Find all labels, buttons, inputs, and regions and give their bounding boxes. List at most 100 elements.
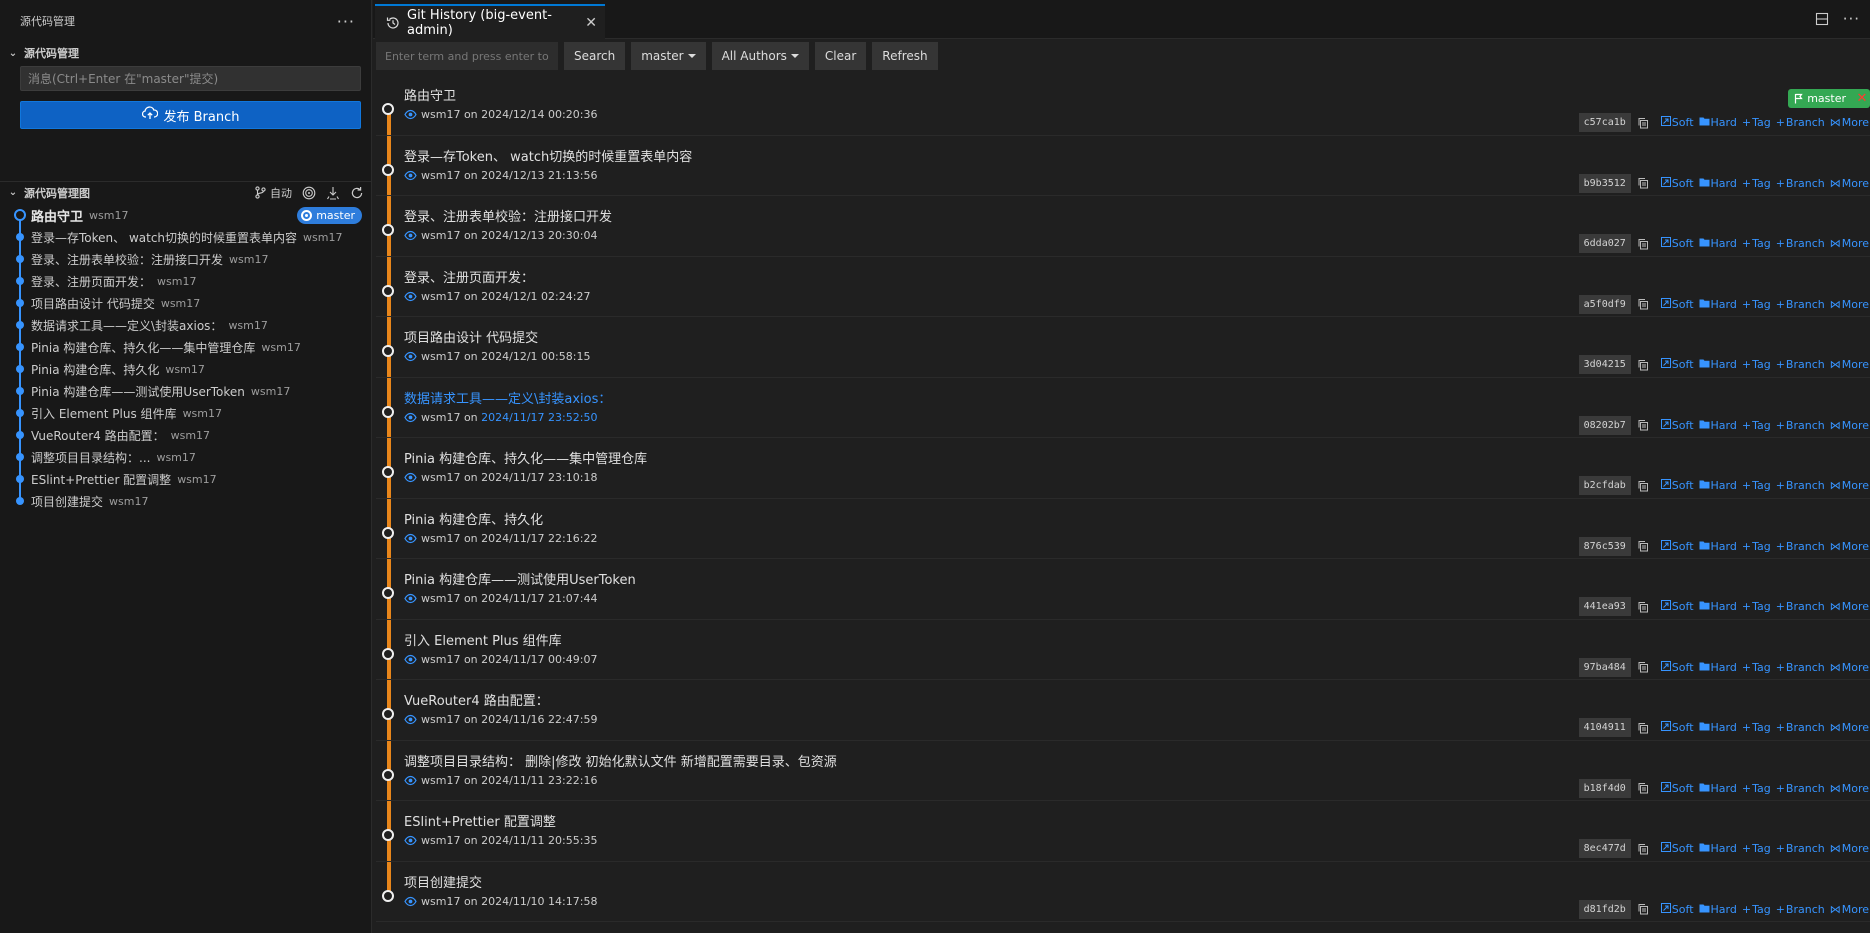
copy-icon[interactable]: [1637, 601, 1649, 613]
eye-icon[interactable]: [404, 229, 417, 242]
add-branch-button[interactable]: + Branch: [1776, 903, 1825, 916]
commit-author[interactable]: wsm17: [421, 350, 460, 363]
commit-author[interactable]: wsm17: [421, 169, 460, 182]
soft-reset-button[interactable]: Soft: [1660, 358, 1694, 371]
search-button[interactable]: Search: [564, 42, 626, 70]
commit-message[interactable]: Pinia 构建仓库、持久化——集中管理仓库: [404, 448, 647, 467]
copy-icon[interactable]: [1637, 722, 1649, 734]
split-editor-icon[interactable]: [1815, 12, 1829, 26]
soft-reset-button[interactable]: Soft: [1660, 176, 1694, 190]
commit-message[interactable]: Pinia 构建仓库——测试使用UserToken: [404, 569, 636, 588]
eye-icon[interactable]: [404, 108, 417, 121]
hard-reset-button[interactable]: Hard: [1699, 782, 1737, 795]
commit-message[interactable]: 调整项目目录结构： 删除|修改 初始化默认文件 新增配置需要目录、包资源: [404, 751, 837, 770]
more-button[interactable]: ⋈ More: [1830, 540, 1869, 553]
tab-git-history[interactable]: Git History (big-event-admin) ✕: [375, 4, 605, 39]
hard-reset-button[interactable]: Hard: [1699, 237, 1737, 250]
more-button[interactable]: ⋈ More: [1830, 903, 1869, 916]
copy-icon[interactable]: [1637, 238, 1649, 250]
more-button[interactable]: ⋈ More: [1830, 419, 1869, 432]
copy-icon[interactable]: [1637, 298, 1649, 310]
add-tag-button[interactable]: + Tag: [1742, 419, 1771, 432]
add-tag-button[interactable]: + Tag: [1742, 298, 1771, 311]
hard-reset-button[interactable]: Hard: [1699, 479, 1737, 492]
more-button[interactable]: ⋈ More: [1830, 782, 1869, 795]
scm-section-header[interactable]: ⌄ 源代码管理: [0, 42, 371, 64]
hard-reset-button[interactable]: Hard: [1699, 298, 1737, 311]
graph-item[interactable]: 登录、注册表单校验：注册接口开发 wsm17: [0, 248, 372, 270]
eye-icon[interactable]: [404, 713, 417, 726]
commit-row[interactable]: Pinia 构建仓库、持久化 wsm17 on 2024/11/17 22:16…: [376, 498, 1870, 559]
commit-row[interactable]: 登录—存Token、 watch切换的时候重置表单内容 wsm17 on 202…: [376, 135, 1870, 196]
copy-icon[interactable]: [1637, 540, 1649, 552]
commit-hash[interactable]: c57ca1b: [1578, 113, 1631, 132]
commit-row[interactable]: ESlint+Prettier 配置调整 wsm17 on 2024/11/11…: [376, 801, 1870, 862]
copy-icon[interactable]: [1637, 480, 1649, 492]
hard-reset-button[interactable]: Hard: [1699, 419, 1737, 432]
add-branch-button[interactable]: + Branch: [1776, 419, 1825, 432]
graph-item[interactable]: 引入 Element Plus 组件库 wsm17: [0, 402, 372, 424]
commit-author[interactable]: wsm17: [421, 471, 460, 484]
eye-icon[interactable]: [404, 411, 417, 424]
commit-row[interactable]: 调整项目目录结构： 删除|修改 初始化默认文件 新增配置需要目录、包资源 wsm…: [376, 740, 1870, 801]
soft-reset-button[interactable]: Soft: [1660, 660, 1694, 674]
add-branch-button[interactable]: + Branch: [1776, 600, 1825, 613]
graph-item[interactable]: Pinia 构建仓库——测试使用UserToken wsm17: [0, 380, 372, 402]
commit-row[interactable]: Pinia 构建仓库、持久化——集中管理仓库 wsm17 on 2024/11/…: [376, 438, 1870, 499]
commit-hash[interactable]: 8ec477d: [1578, 839, 1631, 858]
eye-icon[interactable]: [404, 532, 417, 545]
branch-ref-badge[interactable]: master ✕: [1788, 89, 1870, 108]
commit-message[interactable]: 项目路由设计 代码提交: [404, 327, 538, 346]
eye-icon[interactable]: [404, 290, 417, 303]
commit-row[interactable]: 引入 Element Plus 组件库 wsm17 on 2024/11/17 …: [376, 619, 1870, 680]
add-branch-button[interactable]: + Branch: [1776, 237, 1825, 250]
eye-icon[interactable]: [404, 592, 417, 605]
commit-message[interactable]: 数据请求工具——定义\封装axios：: [404, 388, 611, 407]
commit-author[interactable]: wsm17: [421, 834, 460, 847]
commit-author[interactable]: wsm17: [421, 411, 460, 424]
add-tag-button[interactable]: + Tag: [1742, 903, 1771, 916]
scm-graph-header[interactable]: ⌄ 源代码管理图 自动: [0, 181, 372, 203]
target-icon[interactable]: [302, 186, 316, 200]
commit-hash[interactable]: 6dda027: [1578, 234, 1631, 253]
clear-button[interactable]: Clear: [814, 42, 867, 70]
commit-row[interactable]: 项目创建提交 wsm17 on 2024/11/10 14:17:58 d81f…: [376, 861, 1870, 922]
publish-branch-button[interactable]: 发布 Branch: [20, 101, 361, 129]
add-branch-button[interactable]: + Branch: [1776, 721, 1825, 734]
soft-reset-button[interactable]: Soft: [1660, 539, 1694, 553]
soft-reset-button[interactable]: Soft: [1660, 297, 1694, 311]
soft-reset-button[interactable]: Soft: [1660, 237, 1694, 250]
commit-row[interactable]: 路由守卫 wsm17 on 2024/12/14 00:20:36 c57ca1…: [376, 75, 1870, 136]
soft-reset-button[interactable]: Soft: [1660, 721, 1694, 734]
search-input[interactable]: [376, 42, 558, 70]
add-branch-button[interactable]: + Branch: [1776, 177, 1825, 190]
commit-author[interactable]: wsm17: [421, 713, 460, 726]
more-button[interactable]: ⋈ More: [1830, 237, 1869, 250]
eye-icon[interactable]: [404, 471, 417, 484]
more-actions-icon[interactable]: ···: [337, 12, 355, 31]
hard-reset-button[interactable]: Hard: [1699, 721, 1737, 734]
hard-reset-button[interactable]: Hard: [1699, 600, 1737, 613]
copy-icon[interactable]: [1637, 661, 1649, 673]
hard-reset-button[interactable]: Hard: [1699, 116, 1737, 129]
commit-author[interactable]: wsm17: [421, 532, 460, 545]
commit-hash[interactable]: a5f0df9: [1578, 294, 1631, 314]
graph-item[interactable]: 登录—存Token、 watch切换的时候重置表单内容 wsm17: [0, 226, 372, 248]
soft-reset-button[interactable]: Soft: [1660, 600, 1694, 613]
authors-dropdown[interactable]: All Authors: [711, 42, 809, 70]
commit-author[interactable]: wsm17: [421, 108, 460, 121]
more-button[interactable]: ⋈ More: [1830, 600, 1869, 613]
commit-row[interactable]: 数据请求工具——定义\封装axios： wsm17 on 2024/11/17 …: [376, 377, 1870, 438]
commit-message[interactable]: ESlint+Prettier 配置调整: [404, 811, 556, 830]
copy-icon[interactable]: [1637, 117, 1649, 129]
commit-message[interactable]: 引入 Element Plus 组件库: [404, 630, 562, 649]
add-branch-button[interactable]: + Branch: [1776, 358, 1825, 371]
copy-icon[interactable]: [1637, 359, 1649, 371]
commit-row[interactable]: VueRouter4 路由配置： wsm17 on 2024/11/16 22:…: [376, 680, 1870, 741]
commit-hash[interactable]: 97ba484: [1578, 657, 1631, 677]
commit-message[interactable]: 登录、注册页面开发：: [404, 267, 534, 286]
eye-icon[interactable]: [404, 169, 417, 182]
hard-reset-button[interactable]: Hard: [1699, 842, 1737, 855]
graph-item[interactable]: 项目路由设计 代码提交 wsm17: [0, 292, 372, 314]
add-tag-button[interactable]: + Tag: [1742, 177, 1771, 190]
